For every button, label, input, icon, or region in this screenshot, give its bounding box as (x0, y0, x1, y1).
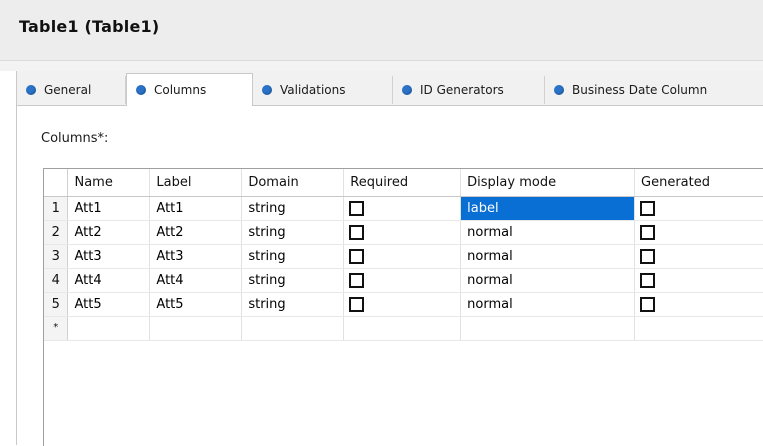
table-row[interactable]: 3 Att3 Att3 string normal (44, 244, 763, 269)
cell-label[interactable]: Att1 (149, 196, 243, 221)
cell-domain[interactable]: string (241, 268, 345, 293)
required-checkbox[interactable] (349, 272, 365, 288)
cell-label[interactable]: Att2 (149, 220, 243, 245)
tab-columns[interactable]: Columns (126, 73, 253, 106)
cell-domain[interactable]: string (241, 244, 345, 269)
cell-name[interactable]: Att2 (67, 220, 151, 245)
new-row[interactable]: * (44, 316, 763, 341)
tab-business-date-column[interactable]: Business Date Column (545, 76, 763, 104)
cell-display-mode[interactable]: normal (460, 244, 636, 269)
cell-generated[interactable] (634, 316, 763, 341)
row-number[interactable]: 1 (44, 196, 69, 221)
columns-label: Columns*: (41, 131, 109, 146)
header-separator (0, 61, 763, 71)
cell-name[interactable]: Att5 (67, 292, 151, 317)
row-number[interactable]: 4 (44, 268, 69, 293)
cell-label[interactable] (149, 316, 243, 341)
row-number[interactable]: 2 (44, 220, 69, 245)
cell-generated[interactable] (634, 220, 763, 245)
cell-required[interactable] (343, 292, 462, 317)
tab-label: Columns (154, 83, 207, 97)
cell-display-mode[interactable]: normal (460, 268, 636, 293)
tab-label: Business Date Column (572, 83, 708, 97)
cell-required[interactable] (343, 244, 462, 269)
cell-name[interactable]: Att3 (67, 244, 151, 269)
generated-checkbox[interactable] (640, 248, 656, 264)
row-number[interactable]: 3 (44, 244, 69, 269)
tab-status-dot-icon (26, 85, 36, 95)
column-header-label[interactable]: Label (149, 169, 243, 197)
column-header-required[interactable]: Required (343, 169, 462, 197)
cell-required[interactable] (343, 268, 462, 293)
cell-domain[interactable]: string (241, 220, 345, 245)
required-checkbox[interactable] (349, 224, 365, 240)
column-header-display-mode[interactable]: Display mode (460, 169, 636, 197)
cell-display-mode[interactable]: normal (460, 292, 636, 317)
generated-checkbox[interactable] (640, 296, 656, 312)
editor-header: Table1 (Table1) (0, 0, 763, 61)
tab-bar: General Columns Validations ID Generator… (17, 71, 763, 106)
new-row-marker[interactable]: * (44, 316, 69, 341)
cell-domain[interactable]: string (241, 196, 345, 221)
cell-generated[interactable] (634, 268, 763, 293)
tab-general[interactable]: General (17, 76, 126, 104)
tab-status-dot-icon (402, 85, 412, 95)
grid-corner (44, 169, 69, 197)
tab-label: General (44, 83, 92, 97)
cell-required[interactable] (343, 316, 462, 341)
cell-display-mode[interactable]: label (460, 196, 636, 221)
required-checkbox[interactable] (349, 200, 365, 216)
tab-status-dot-icon (554, 85, 564, 95)
tab-id-generators[interactable]: ID Generators (393, 76, 545, 104)
cell-display-mode[interactable] (460, 316, 636, 341)
tab-status-dot-icon (136, 85, 146, 95)
cell-name[interactable]: Att1 (67, 196, 151, 221)
generated-checkbox[interactable] (640, 272, 656, 288)
table-row[interactable]: 4 Att4 Att4 string normal (44, 268, 763, 293)
cell-domain[interactable]: string (241, 292, 345, 317)
columns-grid[interactable]: Name Label Domain Required Display mode … (43, 168, 763, 446)
column-header-generated[interactable]: Generated (634, 169, 763, 197)
generated-checkbox[interactable] (640, 224, 656, 240)
table-row[interactable]: 1 Att1 Att1 string label (44, 196, 763, 221)
column-header-name[interactable]: Name (67, 169, 151, 197)
cell-generated[interactable] (634, 196, 763, 221)
table-row[interactable]: 5 Att5 Att5 string normal (44, 292, 763, 317)
tab-status-dot-icon (262, 85, 272, 95)
cell-generated[interactable] (634, 244, 763, 269)
table-row[interactable]: 2 Att2 Att2 string normal (44, 220, 763, 245)
tab-validations[interactable]: Validations (253, 76, 393, 104)
tab-label: ID Generators (420, 83, 504, 97)
cell-label[interactable]: Att3 (149, 244, 243, 269)
cell-generated[interactable] (634, 292, 763, 317)
page-title: Table1 (Table1) (19, 17, 160, 36)
cell-required[interactable] (343, 220, 462, 245)
cell-name[interactable] (67, 316, 151, 341)
cell-name[interactable]: Att4 (67, 268, 151, 293)
cell-domain[interactable] (241, 316, 345, 341)
row-number[interactable]: 5 (44, 292, 69, 317)
cell-required[interactable] (343, 196, 462, 221)
required-checkbox[interactable] (349, 296, 365, 312)
column-header-domain[interactable]: Domain (241, 169, 345, 197)
cell-label[interactable]: Att5 (149, 292, 243, 317)
cell-label[interactable]: Att4 (149, 268, 243, 293)
generated-checkbox[interactable] (640, 200, 656, 216)
cell-display-mode[interactable]: normal (460, 220, 636, 245)
table-editor-panel: General Columns Validations ID Generator… (16, 71, 763, 446)
tab-label: Validations (280, 83, 346, 97)
required-checkbox[interactable] (349, 248, 365, 264)
